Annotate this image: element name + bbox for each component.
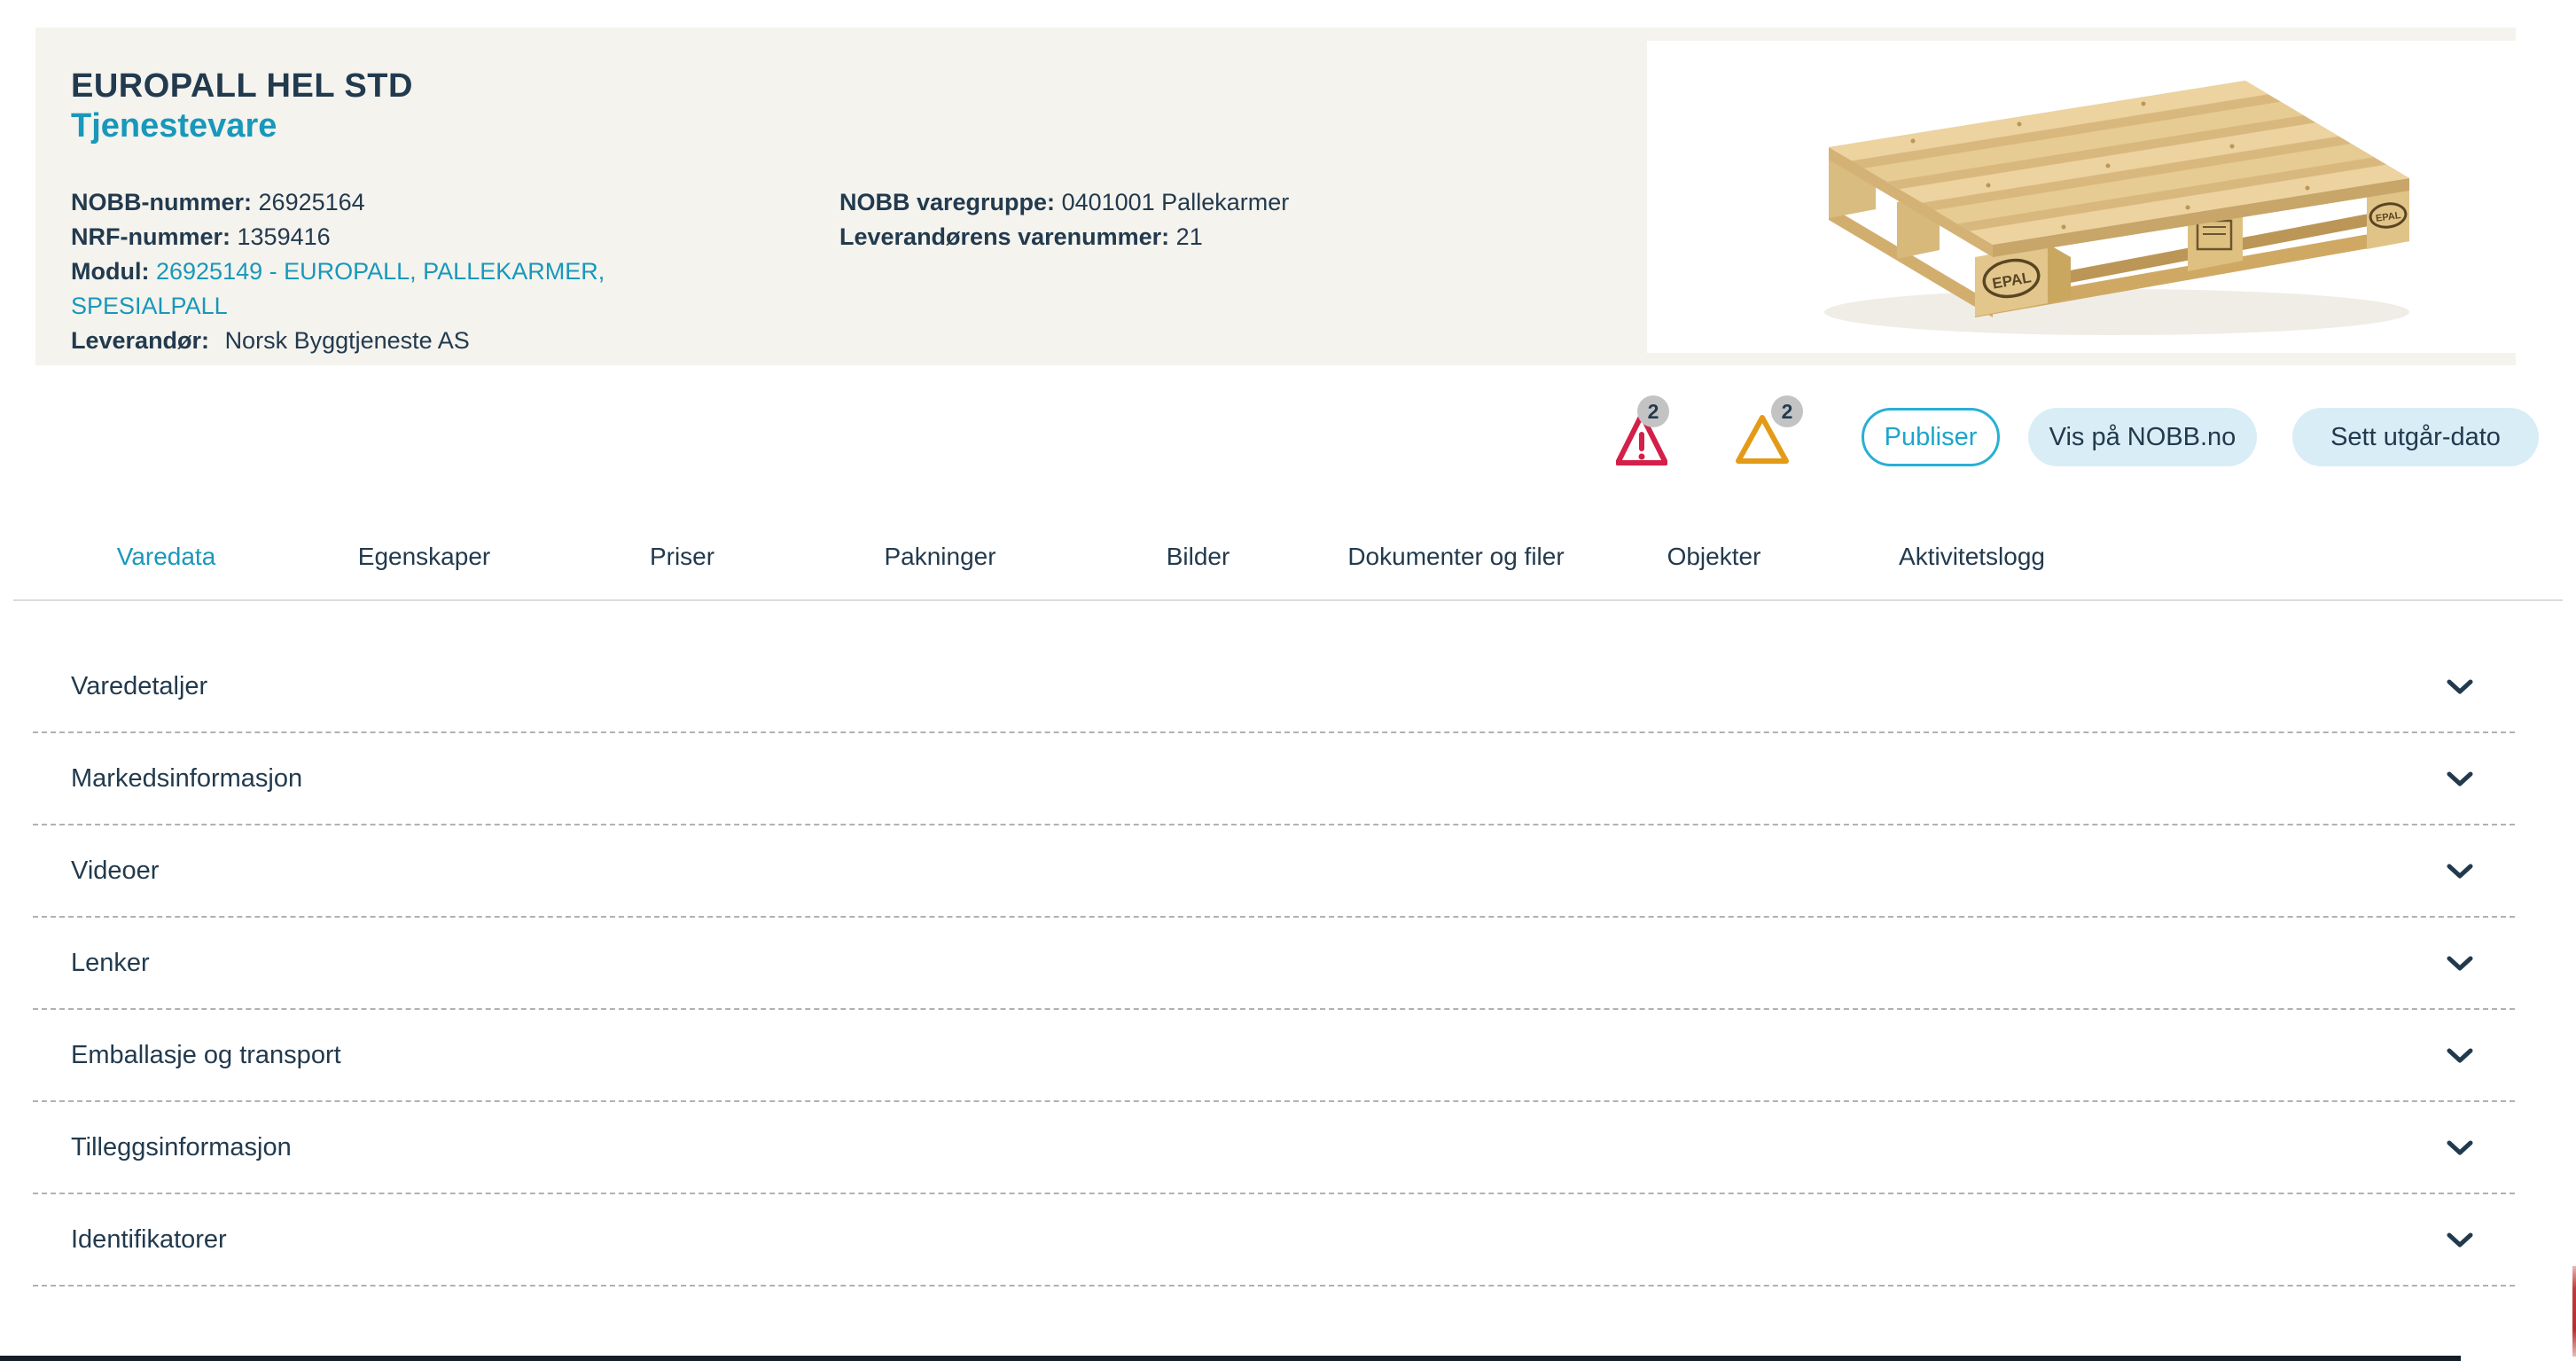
accordion-row-varedetaljer[interactable]: Varedetaljer <box>33 641 2515 733</box>
chevron-down-icon <box>2447 1140 2473 1155</box>
nobb-number-row: NOBB-nummer: 26925164 <box>71 185 691 220</box>
nrf-number-label: NRF-nummer: <box>71 223 230 250</box>
section-title: Emballasje og transport <box>71 1041 341 1070</box>
product-page: EUROPALL HEL STD Tjenestevare NOBB-numme… <box>0 0 2576 1361</box>
chevron-down-icon <box>2447 679 2473 694</box>
chevron-down-icon <box>2447 1048 2473 1063</box>
set-expiry-date-button[interactable]: Sett utgår-dato <box>2292 408 2539 466</box>
chevron-down-icon <box>2447 956 2473 971</box>
header-text-block: EUROPALL HEL STD Tjenestevare NOBB-numme… <box>71 66 1631 358</box>
supplier-value: Norsk Byggtjeneste AS <box>225 327 470 354</box>
module-row: Modul: 26925149 - EUROPALL, PALLEKARMER,… <box>71 254 691 324</box>
nrf-number-row: NRF-nummer: 1359416 <box>71 220 691 254</box>
tab-aktivitetslogg[interactable]: Aktivitetslogg <box>1843 543 2101 571</box>
nobb-number-value: 26925164 <box>259 189 365 215</box>
error-indicator[interactable]: 2 <box>1616 410 1669 468</box>
bottom-edge-bar <box>0 1356 2461 1361</box>
page-title: EUROPALL HEL STD <box>71 66 1631 106</box>
error-count-badge: 2 <box>1637 395 1669 427</box>
module-link[interactable]: 26925149 - EUROPALL, PALLEKARMER, SPESIA… <box>71 258 605 319</box>
tab-varedata[interactable]: Varedata <box>37 543 295 571</box>
publish-button[interactable]: Publiser <box>1862 408 2000 466</box>
tab-pakninger[interactable]: Pakninger <box>811 543 1069 571</box>
nobb-group-row: NOBB varegruppe: 0401001 Pallekarmer <box>839 185 1637 220</box>
supplier-row: Leverandør: Norsk Byggtjeneste AS <box>71 324 691 358</box>
product-header: EUROPALL HEL STD Tjenestevare NOBB-numme… <box>35 27 2516 365</box>
supplier-item-number-label: Leverandørens varenummer: <box>839 223 1169 250</box>
chevron-down-icon <box>2447 1232 2473 1248</box>
varedata-accordion: Varedetaljer Markedsinformasjon Videoer … <box>33 641 2515 1287</box>
europallet-image: EPAL EPAL <box>1647 41 2516 353</box>
info-column-right: NOBB varegruppe: 0401001 Pallekarmer Lev… <box>839 185 1637 254</box>
chevron-down-icon <box>2447 864 2473 879</box>
section-title: Videoer <box>71 856 159 886</box>
tab-bilder[interactable]: Bilder <box>1069 543 1327 571</box>
supplier-item-number-value: 21 <box>1176 223 1203 250</box>
accordion-row-videoer[interactable]: Videoer <box>33 825 2515 918</box>
chevron-down-icon <box>2447 771 2473 786</box>
tab-dokumenter-og-filer[interactable]: Dokumenter og filer <box>1327 543 1585 571</box>
supplier-label: Leverandør: <box>71 327 209 354</box>
nrf-number-value: 1359416 <box>238 223 331 250</box>
nobb-group-label: NOBB varegruppe: <box>839 189 1055 215</box>
section-title: Identifikatorer <box>71 1225 227 1255</box>
tab-priser[interactable]: Priser <box>553 543 811 571</box>
section-title: Markedsinformasjon <box>71 764 302 794</box>
supplier-item-number-row: Leverandørens varenummer: 21 <box>839 220 1637 254</box>
accordion-row-markedsinformasjon[interactable]: Markedsinformasjon <box>33 733 2515 825</box>
section-title: Lenker <box>71 949 150 978</box>
nobb-group-value: 0401001 Pallekarmer <box>1062 189 1290 215</box>
warning-indicator[interactable]: 2 <box>1736 413 1791 468</box>
section-title: Varedetaljer <box>71 672 207 701</box>
accordion-row-identifikatorer[interactable]: Identifikatorer <box>33 1194 2515 1287</box>
offscreen-element-edge <box>2572 1266 2576 1357</box>
module-label: Modul: <box>71 258 149 285</box>
tab-objekter[interactable]: Objekter <box>1585 543 1843 571</box>
accordion-row-emballasje-og-transport[interactable]: Emballasje og transport <box>33 1010 2515 1102</box>
product-tabs: Varedata Egenskaper Priser Pakninger Bil… <box>37 543 2101 571</box>
nobb-number-label: NOBB-nummer: <box>71 189 252 215</box>
section-title: Tilleggsinformasjon <box>71 1133 292 1162</box>
tab-egenskaper[interactable]: Egenskaper <box>295 543 553 571</box>
product-image-panel: EPAL EPAL <box>1647 41 2516 353</box>
accordion-row-tilleggsinformasjon[interactable]: Tilleggsinformasjon <box>33 1102 2515 1194</box>
warning-count-badge: 2 <box>1771 395 1803 427</box>
tabs-divider <box>13 599 2563 601</box>
product-type-subtitle: Tjenestevare <box>71 106 1631 146</box>
view-on-nobb-button[interactable]: Vis på NOBB.no <box>2028 408 2257 466</box>
info-column-left: NOBB-nummer: 26925164 NRF-nummer: 135941… <box>71 185 691 358</box>
accordion-row-lenker[interactable]: Lenker <box>33 918 2515 1010</box>
product-info-fields: NOBB-nummer: 26925164 NRF-nummer: 135941… <box>71 185 1631 358</box>
